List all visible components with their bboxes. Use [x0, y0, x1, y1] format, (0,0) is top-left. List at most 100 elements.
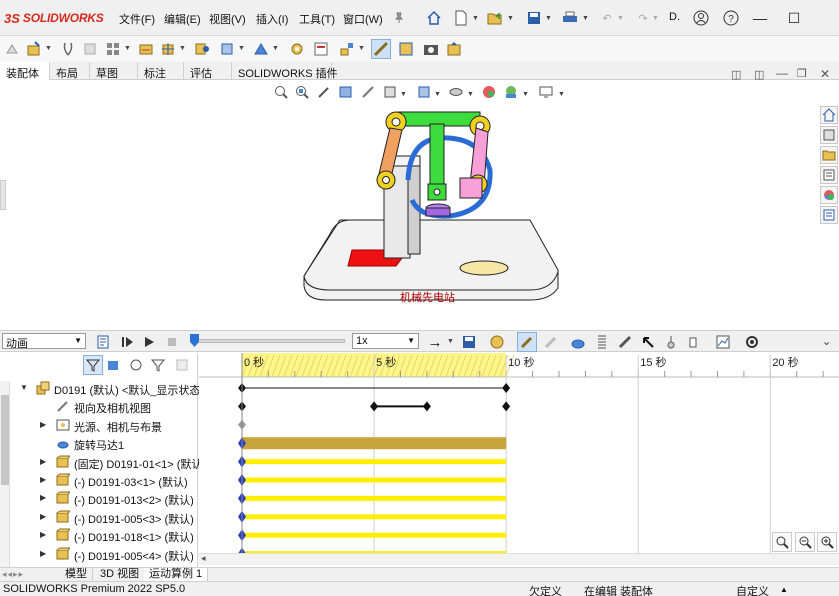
doc-restore-icon[interactable]: ❐ [797, 67, 807, 80]
assembly-model[interactable]: 机械先电站 [290, 100, 580, 310]
collapse-arrow-icon[interactable]: ▼ [20, 383, 28, 392]
spring-icon[interactable] [592, 332, 612, 352]
home-icon[interactable] [425, 9, 443, 27]
save-icon[interactable] [525, 9, 543, 27]
contact-icon[interactable] [661, 332, 681, 352]
new-caret-icon[interactable]: ▼ [472, 15, 479, 22]
playback-mode-icon[interactable]: → [425, 332, 445, 352]
tree-row[interactable]: 旋转马达1 [0, 434, 198, 452]
tree-row[interactable]: ▼ D0191 (默认) <默认_显示状态 [0, 379, 200, 397]
timeline-h-scrollbar[interactable]: ◂ [199, 553, 839, 565]
filter-animated-icon[interactable] [83, 355, 103, 375]
tab-motion-study-1[interactable]: 运动算例 1 [144, 568, 209, 582]
gravity-icon[interactable] [683, 332, 703, 352]
move-component-icon[interactable] [158, 39, 178, 59]
sidebar-collapse-handle[interactable] [0, 180, 6, 210]
tree-row[interactable]: ▶ (-) D0191-005<4> (默认) [0, 545, 198, 563]
smart-mates-icon[interactable] [2, 39, 22, 59]
menu-file[interactable]: 文件(F) [119, 11, 155, 27]
design-library-icon[interactable] [820, 126, 838, 144]
filter-results-icon[interactable] [148, 355, 168, 375]
print-icon[interactable] [561, 9, 579, 27]
tree-scrollbar-thumb[interactable] [1, 395, 9, 485]
expand-arrow-icon[interactable]: ▶ [40, 457, 46, 466]
smart-fasteners-icon[interactable] [136, 39, 156, 59]
appearances-icon[interactable] [820, 186, 838, 204]
exploded-view-icon[interactable] [337, 39, 357, 59]
force-icon[interactable] [638, 332, 658, 352]
add-update-key-icon[interactable] [541, 332, 561, 352]
undo-caret-icon[interactable]: ▼ [617, 15, 624, 22]
tab-model[interactable]: 模型 [60, 568, 93, 582]
expand-arrow-icon[interactable]: ▶ [40, 530, 46, 539]
menu-insert[interactable]: 插入(I) [256, 11, 288, 27]
user-icon[interactable] [692, 9, 710, 27]
tree-row[interactable]: ▶ (-) D0191-03<1> (默认) [0, 471, 198, 489]
menu-view[interactable]: 视图(V) [209, 11, 246, 27]
apply-scene-icon[interactable] [503, 84, 519, 100]
take-snapshot-icon[interactable] [421, 39, 441, 59]
print-caret-icon[interactable]: ▼ [582, 15, 589, 22]
filter-driving-icon[interactable] [104, 355, 124, 375]
expand-arrow-icon[interactable]: ▶ [40, 549, 46, 558]
zoom-in-timeline-icon[interactable] [772, 532, 792, 552]
animation-wizard-icon[interactable] [487, 332, 507, 352]
bill-of-materials-icon[interactable] [311, 39, 331, 59]
new-document-icon[interactable] [452, 9, 470, 27]
help-icon[interactable]: ? [722, 9, 740, 27]
tree-row[interactable]: 视向及相机视图 [0, 397, 198, 415]
reference-geometry-icon[interactable] [251, 39, 271, 59]
update-speedpak-icon[interactable] [396, 39, 416, 59]
maximize-icon[interactable]: ☐ [777, 6, 811, 30]
collapse-panel-icon[interactable]: ⌄ [822, 335, 831, 348]
exploded-caret-icon[interactable]: ▼ [358, 45, 365, 52]
large-assembly-mode-icon[interactable] [444, 39, 464, 59]
doc-close-icon[interactable]: ✕ [820, 67, 830, 81]
damper-icon[interactable] [615, 332, 635, 352]
expand-arrow-icon[interactable]: ▶ [40, 420, 46, 429]
zoom-fit-timeline-icon[interactable] [817, 532, 837, 552]
filter-selected-icon[interactable] [126, 355, 146, 375]
playback-mode-caret-icon[interactable]: ▼ [447, 338, 454, 345]
redo-caret-icon[interactable]: ▼ [652, 15, 659, 22]
show-hidden-components-icon[interactable] [192, 39, 212, 59]
expand-arrow-icon[interactable]: ▶ [40, 512, 46, 521]
doc-minimize-icon[interactable]: — [776, 66, 788, 80]
motion-study-properties-icon[interactable] [742, 332, 762, 352]
tree-row[interactable]: ▶ 光源、相机与布景 [0, 416, 198, 434]
zoom-to-area-icon[interactable] [294, 84, 310, 100]
undo-icon[interactable]: ↶ [598, 9, 616, 27]
playback-speed-select[interactable]: 1x ▼ [352, 333, 419, 349]
tab-scroll-arrows-icon[interactable]: ◂◂▸▸ [2, 569, 24, 580]
display-style-icon[interactable] [416, 84, 432, 100]
play-icon[interactable] [139, 332, 159, 352]
play-from-start-icon[interactable] [117, 332, 137, 352]
minimize-icon[interactable]: — [743, 6, 777, 30]
previous-view-icon[interactable] [316, 84, 332, 100]
tree-row[interactable]: ▶ (固定) D0191-01<1> (默认 [0, 453, 202, 471]
units-status[interactable]: 自定义 [736, 583, 769, 596]
file-explorer-icon[interactable] [820, 146, 838, 164]
tab-markup[interactable]: 标注 [138, 62, 184, 80]
display-caret-icon[interactable]: ▼ [434, 91, 441, 98]
menu-tools[interactable]: 工具(T) [299, 11, 335, 27]
pattern-caret-icon[interactable]: ▼ [124, 45, 131, 52]
component-pattern-icon[interactable] [103, 39, 123, 59]
hide-show-items-icon[interactable] [448, 84, 464, 100]
motor-icon[interactable] [568, 332, 588, 352]
tree-row[interactable]: ▶ (-) D0191-018<1> (默认) [0, 526, 198, 544]
view-settings-icon[interactable] [538, 84, 554, 100]
calculate-icon[interactable] [94, 332, 114, 352]
autokey-icon[interactable] [517, 332, 537, 352]
tab-evaluate[interactable]: 评估 [184, 62, 232, 80]
graphics-area[interactable]: ▼ ▼ ▼ ▼ ▼ ◫ ◫ — ❐ ✕ 机械先电站 [0, 66, 839, 330]
menu-window[interactable]: 窗口(W) [343, 11, 383, 27]
mate-icon[interactable] [58, 39, 78, 59]
playback-slider-thumb[interactable] [190, 334, 199, 347]
features-caret-icon[interactable]: ▼ [238, 45, 245, 52]
reference-caret-icon[interactable]: ▼ [272, 45, 279, 52]
view-palette-icon[interactable] [820, 166, 838, 184]
linear-pattern-icon[interactable] [80, 39, 100, 59]
tab-assembly[interactable]: 装配体 [0, 62, 50, 80]
tab-layout[interactable]: 布局 [50, 62, 90, 80]
